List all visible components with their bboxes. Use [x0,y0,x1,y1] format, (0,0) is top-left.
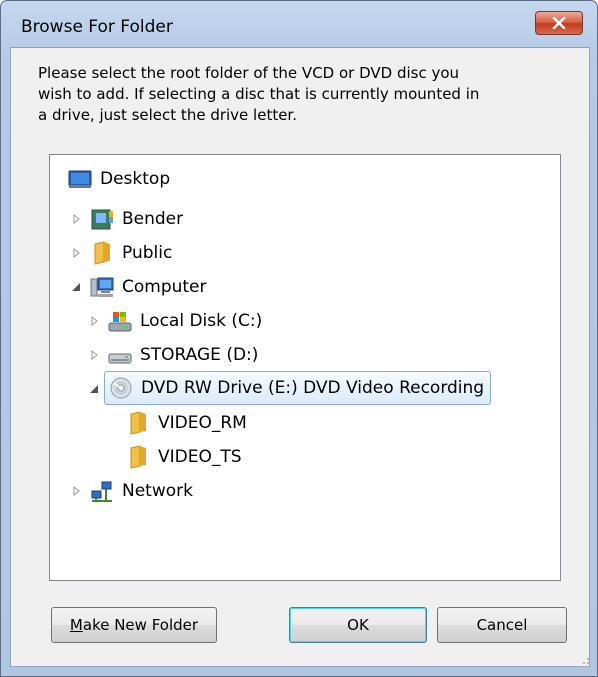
system-drive-icon [108,309,132,333]
tree-item-label: Desktop [100,169,171,189]
user-folder-icon [90,207,114,231]
tree-item-bender[interactable]: Bender [90,203,183,235]
resize-grip-icon[interactable] [576,655,590,669]
tree-item-desktop[interactable]: Desktop [68,163,170,195]
tree-item-label: STORAGE (D:) [140,345,259,365]
instruction-text: Please select the root folder of the VCD… [38,64,480,124]
close-button[interactable] [535,11,583,35]
tree-item-label: VIDEO_TS [158,447,242,467]
computer-icon [90,275,114,299]
network-icon [90,479,114,503]
collapse-arrow-icon[interactable] [70,281,82,293]
cancel-button[interactable]: Cancel [437,607,567,643]
expand-arrow-icon[interactable] [70,247,82,259]
tree-item-public[interactable]: Public [90,237,172,269]
ok-button[interactable]: OK [289,607,427,643]
optical-disc-icon [109,376,133,400]
expand-arrow-icon[interactable] [88,315,100,327]
tree-item-label: VIDEO_RM [158,413,247,433]
tree-item-local-disk-c[interactable]: Local Disk (C:) [108,305,262,337]
tree-item-label: DVD RW Drive (E:) DVD Video Recording [141,378,485,398]
tree-item-dvd-rw-drive-e[interactable]: DVD RW Drive (E:) DVD Video Recording [104,371,492,405]
desktop-icon [68,167,92,191]
title-bar[interactable]: Browse For Folder [1,1,597,47]
folder-tree[interactable]: Desktop Bender Public Computer Local Dis… [49,154,561,581]
make-new-folder-button[interactable]: Make New Folder [51,607,217,643]
folder-icon [90,241,114,265]
tree-item-video-ts[interactable]: VIDEO_TS [126,441,242,473]
hard-drive-icon [108,343,132,367]
tree-item-storage-d[interactable]: STORAGE (D:) [108,339,258,371]
window-title: Browse For Folder [21,17,173,37]
tree-item-label: Computer [122,277,207,297]
close-icon [552,17,566,29]
expand-arrow-icon[interactable] [88,349,100,361]
tree-item-label: Bender [122,209,184,229]
tree-item-label: Network [122,481,193,501]
tree-item-computer[interactable]: Computer [90,271,207,303]
tree-item-video-rm[interactable]: VIDEO_RM [126,407,247,439]
tree-item-label: Local Disk (C:) [140,311,263,331]
collapse-arrow-icon[interactable] [88,383,100,395]
tree-item-label: Public [122,243,173,263]
expand-arrow-icon[interactable] [70,213,82,225]
expand-arrow-icon[interactable] [70,485,82,497]
tree-item-network[interactable]: Network [90,475,193,507]
folder-icon [126,411,150,435]
folder-icon [126,445,150,469]
